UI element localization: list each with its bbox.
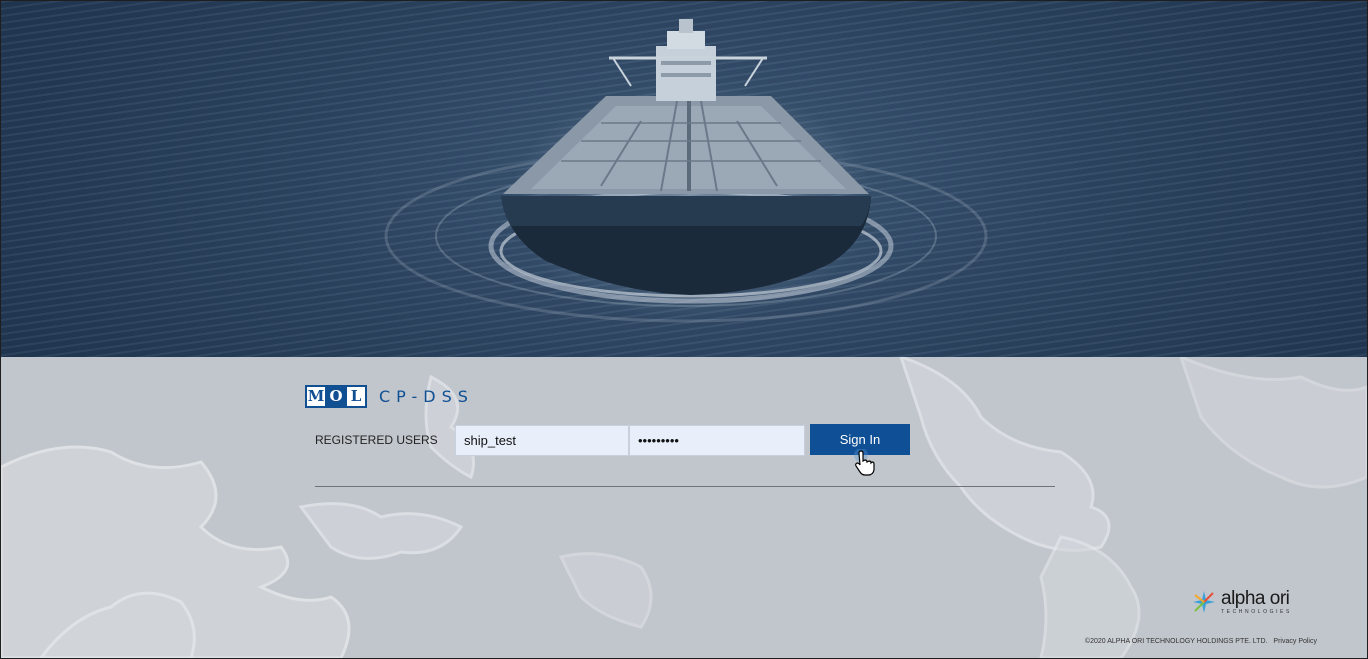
mol-letter-l: L: [347, 387, 365, 406]
alpha-ori-sub: TECHNOLOGIES: [1221, 609, 1292, 615]
alpha-ori-name: alpha ori: [1221, 588, 1290, 609]
world-map-background: [1, 357, 1367, 658]
mol-logo: M O L: [305, 385, 367, 408]
hand-pointer-icon: [854, 449, 875, 476]
registered-users-label: REGISTERED USERS: [315, 433, 438, 447]
privacy-policy-link[interactable]: Privacy Policy: [1273, 638, 1317, 645]
mol-letter-o: O: [327, 387, 345, 406]
alpha-ori-star-icon: [1193, 591, 1215, 613]
login-section: [1, 357, 1367, 658]
password-input[interactable]: [629, 425, 805, 456]
divider: [315, 486, 1055, 487]
username-input[interactable]: [455, 425, 629, 456]
tanker-ship-image: [384, 19, 988, 323]
alpha-ori-logo: alpha ori TECHNOLOGIES: [1191, 589, 1292, 615]
copyright-text: ©2020 ALPHA ORI TECHNOLOGY HOLDINGS PTE.…: [1084, 638, 1268, 645]
footer: ©2020 ALPHA ORI TECHNOLOGY HOLDINGS PTE.…: [1085, 638, 1317, 645]
login-page: M O L CP-DSS REGISTERED USERS Sign In al…: [0, 0, 1368, 659]
mol-cpdss-logo: M O L CP-DSS: [305, 385, 474, 408]
hero-banner: [1, 1, 1367, 357]
mol-letter-m: M: [307, 387, 325, 406]
product-name: CP-DSS: [379, 387, 474, 406]
